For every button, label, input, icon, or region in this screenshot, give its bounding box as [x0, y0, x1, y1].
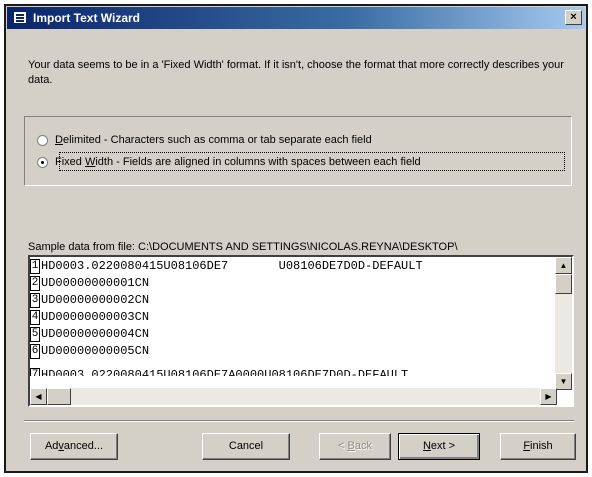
fixed-width-option[interactable]: Fixed Width - Fields are aligned in colu… [37, 156, 421, 168]
vertical-scrollbar[interactable]: ▲ ▼ [555, 257, 572, 390]
line-number: 1 [30, 259, 40, 274]
format-description: Your data seems to be in a 'Fixed Width'… [28, 59, 564, 86]
close-button[interactable]: × [565, 10, 582, 25]
sample-line: 3 UD00000000002CN [30, 292, 547, 309]
delimited-option[interactable]: Delimited - Characters such as comma or … [37, 134, 372, 146]
line-number: 5 [30, 327, 40, 342]
line-number: 3 [30, 293, 40, 308]
window-title: Import Text Wizard [33, 11, 141, 25]
sample-lines: 1 HD0003.0220080415U08106DE7 U08106DE7D0D… [30, 257, 547, 376]
advanced-button[interactable]: Advanced... [30, 433, 118, 460]
sample-line: 6 UD00000000005CN [30, 343, 547, 360]
cancel-button[interactable]: Cancel [202, 433, 290, 460]
line-number: 6 [30, 344, 40, 359]
wizard-app-icon [13, 11, 27, 24]
sample-line: 7 HD0003.0220080415U08106DE7A0000U08106DE… [30, 367, 547, 376]
horizontal-scroll-thumb[interactable] [47, 388, 71, 405]
horizontal-scrollbar[interactable]: ◀ ▶ [30, 388, 557, 405]
line-text: UD00000000003CN [41, 310, 150, 324]
scroll-right-icon[interactable]: ▶ [540, 388, 557, 405]
line-text: UD00000000004CN [41, 327, 150, 341]
line-number: 7 [30, 368, 40, 376]
sample-line: 5 UD00000000004CN [30, 326, 547, 343]
delimited-label[interactable]: Delimited - Characters such as comma or … [55, 134, 372, 146]
scroll-up-icon[interactable]: ▲ [555, 257, 572, 274]
line-text: UD00000000002CN [41, 293, 150, 307]
format-options-group: Delimited - Characters such as comma or … [24, 116, 572, 186]
sample-data-label: Sample data from file: C:\DOCUMENTS AND … [28, 241, 458, 253]
delimited-radio[interactable] [37, 134, 48, 146]
back-button[interactable]: < Back [319, 433, 391, 460]
next-button[interactable]: Next > [398, 433, 480, 460]
scroll-down-icon[interactable]: ▼ [555, 373, 572, 390]
sample-data-preview[interactable]: 1 HD0003.0220080415U08106DE7 U08106DE7D0D… [28, 255, 574, 407]
line-text: UD00000000005CN [41, 344, 150, 358]
fixed-width-radio[interactable] [37, 156, 48, 168]
line-text: UD00000000001CN [41, 276, 150, 290]
sample-line: 2 UD00000000001CN [30, 275, 547, 292]
button-separator [24, 420, 574, 422]
line-text: HD0003.0220080415U08106DE7 U08106DE7D0D-… [41, 259, 423, 273]
sample-line: 1 HD0003.0220080415U08106DE7 U08106DE7D0D… [30, 258, 547, 275]
import-text-wizard-dialog: Import Text Wizard × Your data seems to … [4, 4, 588, 473]
line-number: 4 [30, 310, 40, 325]
scroll-left-icon[interactable]: ◀ [30, 388, 47, 405]
finish-button[interactable]: Finish [500, 433, 576, 460]
title-bar[interactable]: Import Text Wizard × [7, 7, 585, 29]
fixed-width-label[interactable]: Fixed Width - Fields are aligned in colu… [55, 156, 421, 168]
line-text: HD0003.0220080415U08106DE7A0000U08106DE7… [41, 368, 409, 376]
line-number: 2 [30, 276, 40, 291]
vertical-scroll-thumb[interactable] [555, 274, 572, 294]
sample-line: 4 UD00000000003CN [30, 309, 547, 326]
